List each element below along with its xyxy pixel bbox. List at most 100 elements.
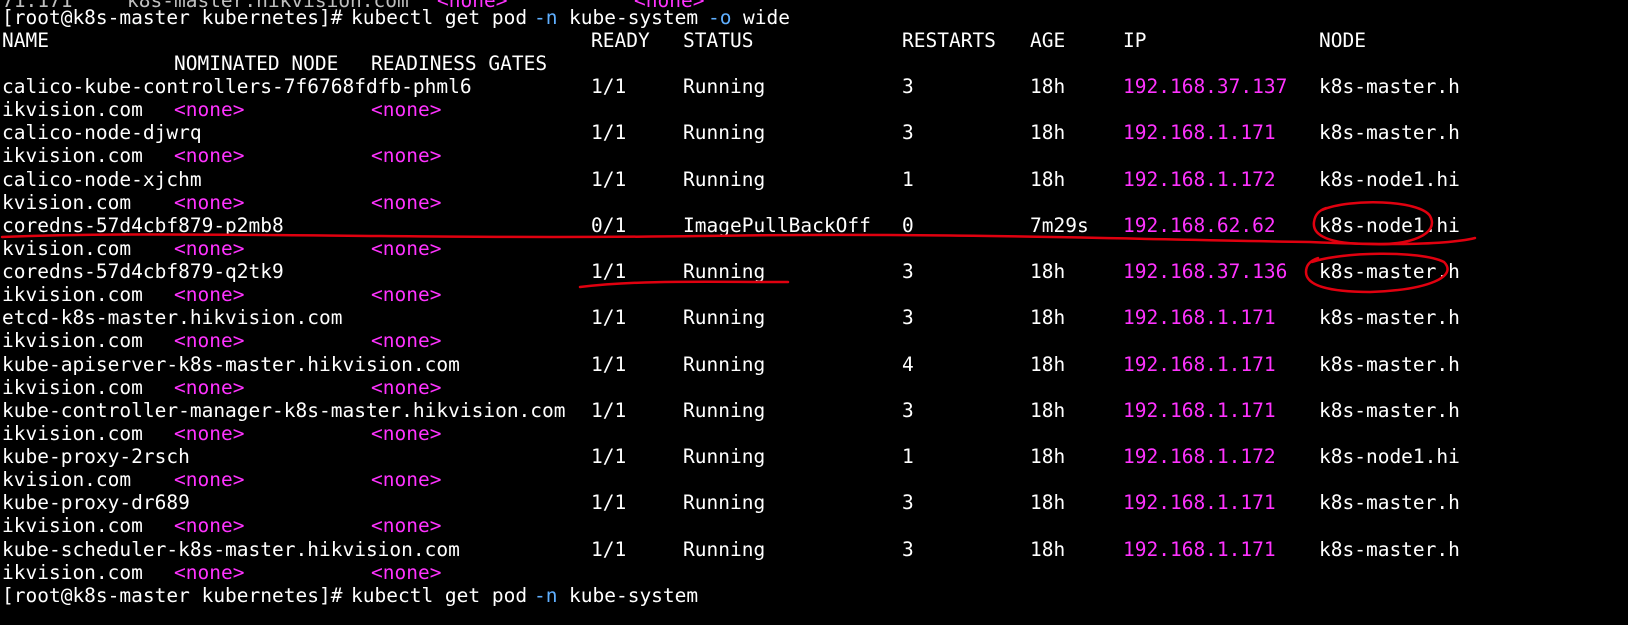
pod-age: 7m29s [1030,213,1089,237]
pod-name: kube-proxy-2rsch [2,445,190,468]
pod-age: 18h [1030,537,1066,561]
pod-status: Running [683,260,766,283]
pod-node-head: k8s-master.h [1319,121,1460,145]
pod-gates: <none> [371,144,442,168]
pod-node-head: k8s-master.h [1319,260,1460,283]
pod-gates: <none> [371,468,442,491]
pod-name: coredns-57d4cbf879-q2tk9 [2,260,284,283]
pod-ip: 192.168.1.172 [1123,445,1276,468]
pod-ready: 1/1 [591,491,627,515]
pod-status: Running [683,491,766,515]
pod-nominated: <none> [174,144,245,168]
pod-ip: 192.168.37.137 [1123,75,1288,98]
pod-nominated: <none> [174,468,245,491]
pod-ready: 1/1 [591,121,627,145]
pod-gates: <none> [371,98,442,121]
pod-ip: 192.168.1.171 [1123,398,1276,422]
pod-node-tail: ikvision.com [2,421,143,445]
pod-name: kube-apiserver-k8s-master.hikvision.com [2,352,460,376]
pod-name: kube-controller-manager-k8s-master.hikvi… [2,398,566,422]
pod-gates: <none> [371,236,442,260]
pod-ready: 1/1 [591,306,627,330]
pod-node-head: k8s-master.h [1319,75,1460,98]
pod-nominated: <none> [174,560,245,584]
pod-node-tail: ikvision.com [2,560,143,584]
pod-gates: <none> [371,421,442,445]
pod-name: calico-node-djwrq [2,121,202,145]
header-ip: IP [1123,29,1147,52]
pod-nominated: <none> [174,190,245,214]
pod-ready: 1/1 [591,75,627,98]
pod-node-tail: ikvision.com [2,514,143,538]
pod-gates: <none> [371,560,442,584]
shell-prompt-2: [root@k8s-master kubernetes]# [2,584,343,607]
pod-node-tail: ikvision.com [2,329,143,353]
pod-gates: <none> [371,514,442,538]
pod-age: 18h [1030,260,1066,283]
pod-node-head: k8s-master.h [1319,306,1460,330]
pod-gates: <none> [371,375,442,399]
pod-nominated: <none> [174,236,245,260]
pod-status: Running [683,121,766,145]
pod-nominated: <none> [174,283,245,306]
pod-ip: 192.168.37.136 [1123,260,1288,283]
pod-name: coredns-57d4cbf879-p2mb8 [2,213,284,237]
header-node: NODE [1319,29,1366,52]
pod-restarts: 3 [902,537,914,561]
pod-name: kube-proxy-dr689 [2,491,190,515]
header-nominated-node: NOMINATED NODE [174,52,339,75]
command-line-2[interactable]: [root@k8s-master kubernetes]# kubectl ge… [2,584,698,608]
pod-node-head: k8s-master.h [1319,398,1460,422]
pod-node-tail: kvision.com [2,236,132,260]
pod-ip: 192.168.1.172 [1123,167,1276,191]
pod-ip: 192.168.1.171 [1123,306,1276,330]
pod-restarts: 4 [902,352,914,376]
pod-restarts: 3 [902,121,914,145]
pod-node-tail: kvision.com [2,468,132,491]
command-text-2: kubectl get pod [351,584,528,607]
pod-restarts: 3 [902,260,914,283]
namespace-flag: -n [534,6,558,29]
pod-ip: 192.168.1.171 [1123,352,1276,376]
command-line[interactable]: [root@k8s-master kubernetes]# kubectl ge… [2,6,790,30]
pod-node-tail: ikvision.com [2,375,143,399]
header-status: STATUS [683,29,754,52]
pod-nominated: <none> [174,514,245,538]
pod-ip: 192.168.1.171 [1123,121,1276,145]
pod-restarts: 1 [902,167,914,191]
output-format: wide [743,6,790,29]
pod-status: Running [683,75,766,98]
pod-status: ImagePullBackOff [683,213,871,237]
pod-name: etcd-k8s-master.hikvision.com [2,306,343,330]
pod-ready: 1/1 [591,352,627,376]
pod-ready: 0/1 [591,213,627,237]
pod-restarts: 1 [902,445,914,468]
pod-nominated: <none> [174,329,245,353]
terminal-window[interactable]: 71.171 k8s-master.hikvision.com <none> <… [0,0,1628,625]
pod-age: 18h [1030,121,1066,145]
namespace-value: kube-system [569,6,699,29]
pod-restarts: 3 [902,306,914,330]
pod-ip: 192.168.1.171 [1123,491,1276,515]
pod-node-head: k8s-master.h [1319,352,1460,376]
pod-restarts: 3 [902,75,914,98]
pod-nominated: <none> [174,375,245,399]
pod-nominated: <none> [174,421,245,445]
pod-status: Running [683,398,766,422]
shell-prompt: [root@k8s-master kubernetes]# [2,6,343,29]
pod-node-tail: ikvision.com [2,98,143,121]
pod-ready: 1/1 [591,167,627,191]
pod-age: 18h [1030,445,1066,468]
pod-node-head: k8s-node1.hi [1319,445,1460,468]
pod-name: calico-kube-controllers-7f6768fdfb-phml6 [2,75,472,98]
pod-status: Running [683,352,766,376]
pod-node-tail: kvision.com [2,190,132,214]
pod-ip: 192.168.62.62 [1123,213,1276,237]
pod-status: Running [683,445,766,468]
pod-node-tail: ikvision.com [2,144,143,168]
pod-ready: 1/1 [591,260,627,283]
pod-gates: <none> [371,283,442,306]
pod-node-tail: ikvision.com [2,283,143,306]
table-header-wrap: NOMINATED NODE READINESS GATES [2,52,547,76]
pod-age: 18h [1030,398,1066,422]
